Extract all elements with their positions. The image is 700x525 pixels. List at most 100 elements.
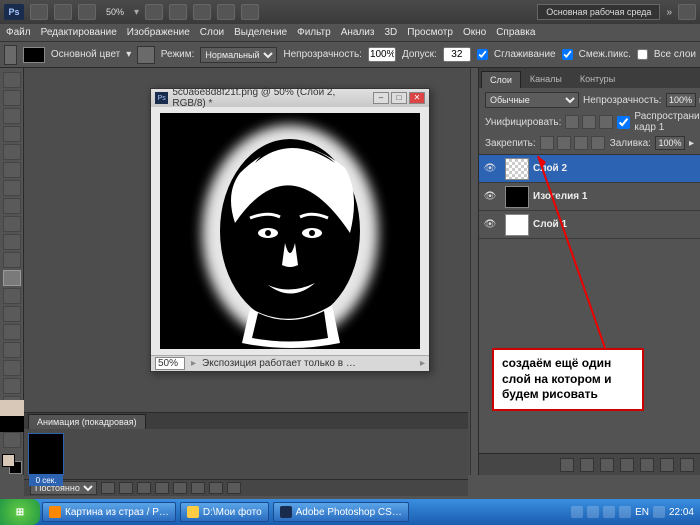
new-frame-icon[interactable] bbox=[209, 482, 223, 494]
contiguous-checkbox[interactable] bbox=[562, 49, 573, 60]
bg-swatch[interactable] bbox=[0, 416, 24, 432]
shape-tool[interactable] bbox=[3, 378, 21, 394]
lock-transparency-icon[interactable] bbox=[540, 136, 554, 150]
unify-position-icon[interactable] bbox=[565, 115, 579, 129]
lock-position-icon[interactable] bbox=[574, 136, 588, 150]
move-tool[interactable] bbox=[3, 72, 21, 88]
menu-layer[interactable]: Слои bbox=[200, 27, 224, 38]
antialias-checkbox[interactable] bbox=[477, 49, 488, 60]
fg-swatch[interactable] bbox=[0, 400, 24, 416]
crop-tool[interactable] bbox=[3, 144, 21, 160]
menu-analysis[interactable]: Анализ bbox=[341, 27, 375, 38]
stamp-tool[interactable] bbox=[3, 216, 21, 232]
tolerance-input[interactable] bbox=[443, 47, 471, 62]
layer-row[interactable]: 👁 Слой 1 bbox=[479, 211, 700, 239]
group-icon[interactable] bbox=[640, 458, 654, 472]
prev-frame-icon[interactable] bbox=[119, 482, 133, 494]
menu-view[interactable]: Просмотр bbox=[407, 27, 453, 38]
delete-layer-icon[interactable] bbox=[680, 458, 694, 472]
layer-name[interactable]: Слой 1 bbox=[533, 219, 700, 230]
layer-name[interactable]: Слой 2 bbox=[533, 163, 700, 174]
document-canvas[interactable] bbox=[160, 113, 420, 349]
dropdown-icon[interactable]: ▾ bbox=[126, 49, 131, 60]
mini-bridge-button[interactable] bbox=[54, 4, 72, 20]
layer-thumbnail[interactable] bbox=[505, 158, 529, 180]
animation-frame[interactable]: 0 сек. bbox=[28, 433, 64, 475]
tab-channels[interactable]: Каналы bbox=[521, 70, 571, 88]
screen-mode-button[interactable] bbox=[241, 4, 259, 20]
layer-thumbnail[interactable] bbox=[505, 214, 529, 236]
tray-icon[interactable] bbox=[571, 506, 583, 518]
menu-edit[interactable]: Редактирование bbox=[41, 27, 117, 38]
menu-window[interactable]: Окно bbox=[463, 27, 486, 38]
rotate-view-shortcut[interactable] bbox=[193, 4, 211, 20]
delete-frame-icon[interactable] bbox=[227, 482, 241, 494]
tray-icon[interactable] bbox=[619, 506, 631, 518]
layer-row[interactable]: 👁 Слой 2 bbox=[479, 155, 700, 183]
tab-paths[interactable]: Контуры bbox=[571, 70, 624, 88]
menu-3d[interactable]: 3D bbox=[384, 27, 397, 38]
tray-icon[interactable] bbox=[603, 506, 615, 518]
tray-icon[interactable] bbox=[587, 506, 599, 518]
eyedropper-tool[interactable] bbox=[3, 162, 21, 178]
propagate-checkbox[interactable] bbox=[617, 116, 630, 129]
bucket-tool[interactable] bbox=[3, 270, 21, 286]
frame-duration[interactable]: 0 сек. bbox=[29, 475, 63, 486]
play-icon[interactable] bbox=[137, 482, 151, 494]
visibility-toggle[interactable]: 👁 bbox=[479, 219, 501, 230]
zoom-tool-shortcut[interactable] bbox=[169, 4, 187, 20]
pen-tool[interactable] bbox=[3, 324, 21, 340]
lock-all-icon[interactable] bbox=[591, 136, 605, 150]
view-extras-button[interactable] bbox=[78, 4, 96, 20]
maximize-button[interactable]: □ bbox=[391, 92, 407, 104]
menu-file[interactable]: Файл bbox=[6, 27, 31, 38]
layer-thumbnail[interactable] bbox=[505, 186, 529, 208]
unify-visibility-icon[interactable] bbox=[582, 115, 596, 129]
layer-opacity-input[interactable] bbox=[666, 93, 696, 107]
bridge-button[interactable] bbox=[30, 4, 48, 20]
close-button[interactable]: ✕ bbox=[409, 92, 425, 104]
document-titlebar[interactable]: Ps 5c0a6e8d8f21t.png @ 50% (Слой 2, RGB/… bbox=[151, 89, 429, 107]
language-indicator[interactable]: EN bbox=[635, 507, 649, 518]
blend-mode-select[interactable]: Обычные bbox=[485, 92, 579, 108]
layer-name[interactable]: Изогелия 1 bbox=[533, 191, 700, 202]
taskbar-button[interactable]: Картина из страз / Р… bbox=[42, 502, 176, 522]
lasso-tool[interactable] bbox=[3, 108, 21, 124]
link-layers-icon[interactable] bbox=[560, 458, 574, 472]
lock-pixels-icon[interactable] bbox=[557, 136, 571, 150]
arrange-docs-button[interactable] bbox=[217, 4, 235, 20]
taskbar-button[interactable]: D:\Мои фото bbox=[180, 502, 269, 522]
csLive-button[interactable] bbox=[678, 4, 696, 20]
zoom-field[interactable]: 50% bbox=[155, 357, 185, 370]
chevron-icon[interactable]: ▸ bbox=[689, 138, 694, 149]
menu-select[interactable]: Выделение bbox=[234, 27, 287, 38]
zoom-level[interactable]: 50% bbox=[106, 7, 124, 17]
zoom-tool[interactable] bbox=[3, 432, 21, 448]
new-layer-icon[interactable] bbox=[660, 458, 674, 472]
minimize-button[interactable]: – bbox=[373, 92, 389, 104]
tween-icon[interactable] bbox=[191, 482, 205, 494]
brush-tool[interactable] bbox=[3, 198, 21, 214]
adjustment-icon[interactable] bbox=[620, 458, 634, 472]
visibility-toggle[interactable]: 👁 bbox=[479, 191, 501, 202]
heal-tool[interactable] bbox=[3, 180, 21, 196]
layer-row[interactable]: 👁 Изогелия 1 bbox=[479, 183, 700, 211]
color-swatches[interactable] bbox=[2, 454, 22, 474]
blur-tool[interactable] bbox=[3, 288, 21, 304]
menu-help[interactable]: Справка bbox=[496, 27, 535, 38]
pattern-swatch[interactable] bbox=[137, 46, 154, 64]
panel-dock-handle[interactable] bbox=[470, 68, 478, 475]
start-button[interactable]: ⊞ bbox=[0, 499, 40, 525]
volume-icon[interactable] bbox=[653, 506, 665, 518]
path-tool[interactable] bbox=[3, 360, 21, 376]
zoom-dropdown-icon[interactable]: ▾ bbox=[134, 7, 139, 18]
unify-style-icon[interactable] bbox=[599, 115, 613, 129]
fill-color-swatch[interactable] bbox=[23, 47, 45, 63]
wand-tool[interactable] bbox=[3, 126, 21, 142]
type-tool[interactable] bbox=[3, 342, 21, 358]
marquee-tool[interactable] bbox=[3, 90, 21, 106]
all-layers-checkbox[interactable] bbox=[637, 49, 648, 60]
menu-filter[interactable]: Фильтр bbox=[297, 27, 331, 38]
workspace-more-icon[interactable]: » bbox=[666, 7, 672, 18]
fill-input[interactable] bbox=[655, 136, 685, 150]
